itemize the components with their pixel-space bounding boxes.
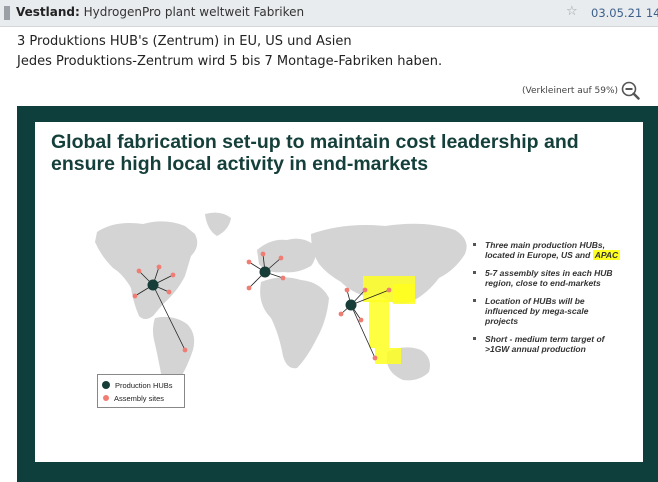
legend-site-label: Assembly sites <box>114 393 165 403</box>
hub-europe <box>259 266 271 278</box>
highlight-east-asia <box>393 284 415 304</box>
bullet-1: Three main production HUBs, located in E… <box>473 240 623 260</box>
apac-highlight: APAC <box>592 250 621 260</box>
zoom-out-icon[interactable] <box>620 80 640 100</box>
post-body: 3 Produktions HUB's (Zentrum) in EU, US … <box>17 32 442 72</box>
hub-legend-icon <box>102 381 110 389</box>
hub-us <box>147 279 159 291</box>
site-legend-icon <box>103 395 109 401</box>
africa-shape <box>260 277 329 369</box>
post-author[interactable]: Vestland: <box>16 5 80 19</box>
post-title[interactable]: Vestland: HydrogenPro plant weltweit Fab… <box>16 5 304 19</box>
bullet-4: Short - medium term target of >1GW annua… <box>473 334 623 354</box>
north-america-shape <box>95 221 198 319</box>
slide-image[interactable]: Global fabrication set-up to maintain co… <box>17 106 658 482</box>
slide-bullet-list: Three main production HUBs, located in E… <box>473 240 623 362</box>
image-zoom-note: (Verkleinert auf 59%) <box>522 86 619 96</box>
map-legend: Production HUBs Assembly sites <box>97 374 185 408</box>
legend-hub-label: Production HUBs <box>115 380 173 390</box>
bullet-2: 5-7 assembly sites in each HUB region, c… <box>473 268 623 288</box>
greenland-shape <box>205 212 231 236</box>
post-marker-icon <box>4 6 10 20</box>
star-icon[interactable]: ☆ <box>566 4 578 19</box>
post-line-2: Jedes Produktions-Zentrum wird 5 bis 7 M… <box>17 54 443 69</box>
highlight-australia <box>375 348 401 364</box>
post-date: 03.05.21 14: <box>591 6 658 20</box>
bullet-3: Location of HUBs will be influenced by m… <box>473 296 623 326</box>
post-line-1: 3 Produktions HUB's (Zentrum) in EU, US … <box>17 34 352 49</box>
post-subject: HydrogenPro plant weltweit Fabriken <box>83 5 305 19</box>
highlight-southeast-asia <box>369 300 389 348</box>
post-header: Vestland: HydrogenPro plant weltweit Fab… <box>0 0 658 27</box>
hub-apac <box>345 299 357 311</box>
slide-content: Global fabrication set-up to maintain co… <box>35 122 643 462</box>
